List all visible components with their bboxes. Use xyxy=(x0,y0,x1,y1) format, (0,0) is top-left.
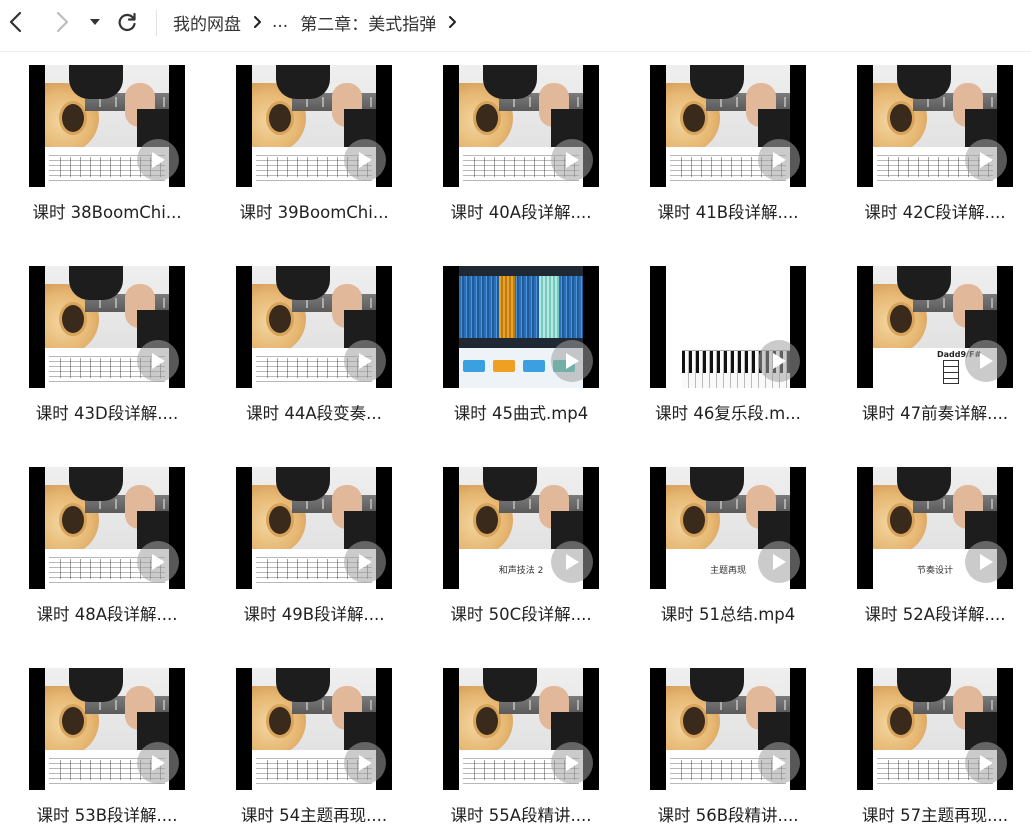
file-name: 课时 55A段精讲.... xyxy=(450,806,592,825)
file-name: 课时 47前奏详解.... xyxy=(861,404,1009,423)
file-name: 课时 43D段详解.... xyxy=(35,404,179,423)
play-icon xyxy=(137,742,179,784)
file-tile[interactable]: 课时 41B段详解.... xyxy=(638,52,828,242)
video-thumbnail xyxy=(236,65,392,187)
file-tile[interactable]: 课时 39BoomChi... xyxy=(224,52,414,242)
file-name: 课时 41B段详解.... xyxy=(657,203,799,222)
refresh-button[interactable] xyxy=(113,8,141,36)
breadcrumb: 我的网盘 ... 第二章：美式指弹 xyxy=(173,9,467,35)
file-name: 课时 49B段详解.... xyxy=(243,605,385,624)
video-thumbnail xyxy=(29,266,185,388)
play-icon xyxy=(965,541,1007,583)
play-icon xyxy=(551,541,593,583)
file-tile[interactable]: 课时 57主题再现.... xyxy=(845,655,1031,830)
video-thumbnail xyxy=(29,467,185,589)
video-thumbnail xyxy=(650,266,806,388)
play-icon xyxy=(344,742,386,784)
video-thumbnail: 节奏设计 xyxy=(857,467,1013,589)
file-tile[interactable]: 课时 44A段变奏... xyxy=(224,253,414,443)
video-thumbnail xyxy=(443,266,599,388)
play-icon xyxy=(758,541,800,583)
video-thumbnail xyxy=(443,65,599,187)
back-button[interactable] xyxy=(2,8,30,36)
file-name: 课时 51总结.mp4 xyxy=(660,605,796,624)
video-thumbnail xyxy=(650,65,806,187)
file-tile[interactable]: 课时 56B段精讲.... xyxy=(638,655,828,830)
file-name: 课时 46复乐段.m... xyxy=(655,404,801,423)
file-tile[interactable]: 课时 48A段详解.... xyxy=(17,454,207,644)
file-tile[interactable]: 节奏设计课时 52A段详解.... xyxy=(845,454,1031,644)
video-thumbnail xyxy=(650,668,806,790)
video-thumbnail xyxy=(29,65,185,187)
file-tile[interactable]: 主题再现课时 51总结.mp4 xyxy=(638,454,828,644)
video-thumbnail xyxy=(29,668,185,790)
video-thumbnail xyxy=(857,668,1013,790)
toolbar: 我的网盘 ... 第二章：美式指弹 xyxy=(0,0,1031,52)
file-name: 课时 50C段详解.... xyxy=(450,605,592,624)
file-tile[interactable]: 课时 49B段详解.... xyxy=(224,454,414,644)
play-icon xyxy=(965,742,1007,784)
file-tile[interactable]: 课时 40A段详解.... xyxy=(431,52,621,242)
file-name: 课时 52A段详解.... xyxy=(864,605,1006,624)
file-tile[interactable]: 课时 45曲式.mp4 xyxy=(431,253,621,443)
file-grid: 课时 38BoomChi... 课时 39BoomChi... 课时 40A段详解.… xyxy=(0,52,1031,830)
play-icon xyxy=(551,340,593,382)
refresh-icon xyxy=(116,11,138,33)
chevron-right-icon xyxy=(448,15,457,29)
play-icon xyxy=(137,139,179,181)
file-tile[interactable]: 课时 55A段精讲.... xyxy=(431,655,621,830)
play-icon xyxy=(137,541,179,583)
file-tile[interactable]: 课时 46复乐段.m... xyxy=(638,253,828,443)
play-icon xyxy=(551,139,593,181)
file-tile[interactable]: Dadd9/F# 课时 47前奏详解.... xyxy=(845,253,1031,443)
file-tile[interactable]: 课时 54主题再现.... xyxy=(224,655,414,830)
toolbar-divider xyxy=(156,10,157,36)
chevron-left-icon xyxy=(8,10,24,34)
video-thumbnail xyxy=(236,467,392,589)
video-thumbnail xyxy=(857,65,1013,187)
file-name: 课时 48A段详解.... xyxy=(36,605,178,624)
file-name: 课时 57主题再现.... xyxy=(861,806,1009,825)
play-icon xyxy=(344,139,386,181)
file-tile[interactable]: 课时 43D段详解.... xyxy=(17,253,207,443)
file-tile[interactable]: 课时 42C段详解.... xyxy=(845,52,1031,242)
breadcrumb-root[interactable]: 我的网盘 xyxy=(173,10,241,35)
file-name: 课时 45曲式.mp4 xyxy=(453,404,589,423)
file-name: 课时 56B段精讲.... xyxy=(657,806,799,825)
file-tile[interactable]: 和声技法 2 课时 50C段详解.... xyxy=(431,454,621,644)
breadcrumb-ellipsis[interactable]: ... xyxy=(272,12,288,32)
file-tile[interactable]: 课时 38BoomChi... xyxy=(17,52,207,242)
video-thumbnail xyxy=(236,266,392,388)
play-icon xyxy=(758,139,800,181)
video-thumbnail: 和声技法 2 xyxy=(443,467,599,589)
video-thumbnail: Dadd9/F# xyxy=(857,266,1013,388)
play-icon xyxy=(344,541,386,583)
chevron-right-icon xyxy=(54,10,70,34)
file-name: 课时 42C段详解.... xyxy=(864,203,1006,222)
file-tile[interactable]: 课时 53B段详解.... xyxy=(17,655,207,830)
play-icon xyxy=(344,340,386,382)
history-dropdown-button[interactable] xyxy=(84,8,106,36)
forward-button[interactable] xyxy=(48,8,76,36)
play-icon xyxy=(551,742,593,784)
play-icon xyxy=(965,139,1007,181)
chevron-right-icon xyxy=(253,15,262,29)
caret-down-icon xyxy=(89,17,101,27)
file-name: 课时 53B段详解.... xyxy=(36,806,178,825)
file-name: 课时 39BoomChi... xyxy=(239,203,389,222)
play-icon xyxy=(758,340,800,382)
breadcrumb-current[interactable]: 第二章：美式指弹 xyxy=(300,10,436,35)
file-name: 课时 44A段变奏... xyxy=(246,404,382,423)
file-name: 课时 38BoomChi... xyxy=(32,203,182,222)
play-icon xyxy=(965,340,1007,382)
play-icon xyxy=(758,742,800,784)
video-thumbnail: 主题再现 xyxy=(650,467,806,589)
file-name: 课时 40A段详解.... xyxy=(450,203,592,222)
video-thumbnail xyxy=(443,668,599,790)
play-icon xyxy=(137,340,179,382)
video-thumbnail xyxy=(236,668,392,790)
file-name: 课时 54主题再现.... xyxy=(240,806,388,825)
